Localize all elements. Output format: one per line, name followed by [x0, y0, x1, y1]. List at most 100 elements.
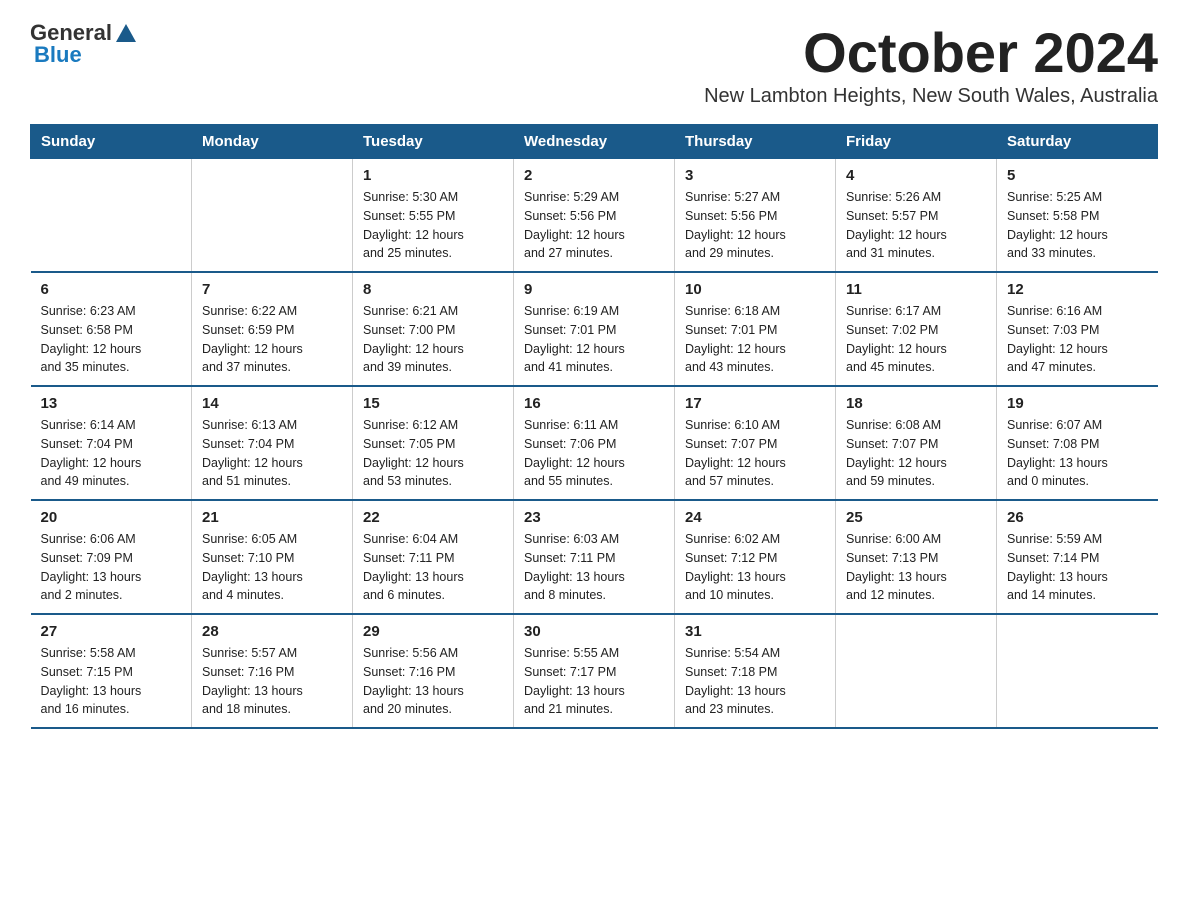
calendar-cell: 8 Sunrise: 6:21 AM Sunset: 7:00 PM Daylig…	[353, 272, 514, 386]
calendar-cell: 3 Sunrise: 5:27 AM Sunset: 5:56 PM Daylig…	[675, 159, 836, 273]
day-number: 19	[1007, 395, 1148, 412]
calendar-cell: 1 Sunrise: 5:30 AM Sunset: 5:55 PM Daylig…	[353, 159, 514, 273]
day-number: 3	[685, 167, 825, 184]
day-number: 16	[524, 395, 664, 412]
day-info: Sunrise: 5:58 AM Sunset: 7:15 PM Dayligh…	[41, 644, 182, 719]
day-info: Sunrise: 5:30 AM Sunset: 5:55 PM Dayligh…	[363, 188, 503, 263]
day-number: 15	[363, 395, 503, 412]
calendar-week-row: 27 Sunrise: 5:58 AM Sunset: 7:15 PM Dayli…	[31, 614, 1158, 728]
calendar-cell: 19 Sunrise: 6:07 AM Sunset: 7:08 PM Dayli…	[997, 386, 1158, 500]
calendar-table: SundayMondayTuesdayWednesdayThursdayFrid…	[30, 124, 1158, 729]
calendar-cell: 26 Sunrise: 5:59 AM Sunset: 7:14 PM Dayli…	[997, 500, 1158, 614]
calendar-cell: 6 Sunrise: 6:23 AM Sunset: 6:58 PM Daylig…	[31, 272, 192, 386]
calendar-header-row: SundayMondayTuesdayWednesdayThursdayFrid…	[31, 125, 1158, 159]
day-info: Sunrise: 5:26 AM Sunset: 5:57 PM Dayligh…	[846, 188, 986, 263]
page-header: General Blue October 2024 New Lambton He…	[30, 20, 1158, 118]
day-number: 13	[41, 395, 182, 412]
day-number: 29	[363, 623, 503, 640]
day-of-week-header: Sunday	[31, 125, 192, 159]
location-title: New Lambton Heights, New South Wales, Au…	[704, 85, 1158, 108]
day-info: Sunrise: 6:23 AM Sunset: 6:58 PM Dayligh…	[41, 302, 182, 377]
calendar-cell: 24 Sunrise: 6:02 AM Sunset: 7:12 PM Dayli…	[675, 500, 836, 614]
day-info: Sunrise: 6:04 AM Sunset: 7:11 PM Dayligh…	[363, 530, 503, 605]
calendar-cell: 25 Sunrise: 6:00 AM Sunset: 7:13 PM Dayli…	[836, 500, 997, 614]
calendar-cell	[997, 614, 1158, 728]
day-number: 2	[524, 167, 664, 184]
day-info: Sunrise: 5:54 AM Sunset: 7:18 PM Dayligh…	[685, 644, 825, 719]
day-number: 7	[202, 281, 342, 298]
day-info: Sunrise: 6:14 AM Sunset: 7:04 PM Dayligh…	[41, 416, 182, 491]
day-number: 17	[685, 395, 825, 412]
day-number: 22	[363, 509, 503, 526]
day-info: Sunrise: 6:07 AM Sunset: 7:08 PM Dayligh…	[1007, 416, 1148, 491]
calendar-cell: 18Sunrise: 6:08 AM Sunset: 7:07 PM Dayli…	[836, 386, 997, 500]
day-info: Sunrise: 6:00 AM Sunset: 7:13 PM Dayligh…	[846, 530, 986, 605]
day-info: Sunrise: 5:55 AM Sunset: 7:17 PM Dayligh…	[524, 644, 664, 719]
day-number: 21	[202, 509, 342, 526]
day-info: Sunrise: 6:19 AM Sunset: 7:01 PM Dayligh…	[524, 302, 664, 377]
day-info: Sunrise: 5:59 AM Sunset: 7:14 PM Dayligh…	[1007, 530, 1148, 605]
day-info: Sunrise: 5:29 AM Sunset: 5:56 PM Dayligh…	[524, 188, 664, 263]
day-number: 31	[685, 623, 825, 640]
day-info: Sunrise: 6:11 AM Sunset: 7:06 PM Dayligh…	[524, 416, 664, 491]
day-of-week-header: Monday	[192, 125, 353, 159]
right-header: October 2024 New Lambton Heights, New So…	[704, 20, 1158, 118]
day-number: 30	[524, 623, 664, 640]
calendar-cell: 2 Sunrise: 5:29 AM Sunset: 5:56 PM Daylig…	[514, 159, 675, 273]
day-info: Sunrise: 6:13 AM Sunset: 7:04 PM Dayligh…	[202, 416, 342, 491]
calendar-cell: 31 Sunrise: 5:54 AM Sunset: 7:18 PM Dayli…	[675, 614, 836, 728]
day-info: Sunrise: 6:21 AM Sunset: 7:00 PM Dayligh…	[363, 302, 503, 377]
day-number: 24	[685, 509, 825, 526]
day-number: 9	[524, 281, 664, 298]
day-number: 5	[1007, 167, 1148, 184]
calendar-cell: 9 Sunrise: 6:19 AM Sunset: 7:01 PM Daylig…	[514, 272, 675, 386]
calendar-cell: 15Sunrise: 6:12 AM Sunset: 7:05 PM Dayli…	[353, 386, 514, 500]
logo: General Blue	[30, 20, 138, 68]
calendar-cell: 20 Sunrise: 6:06 AM Sunset: 7:09 PM Dayli…	[31, 500, 192, 614]
day-info: Sunrise: 6:22 AM Sunset: 6:59 PM Dayligh…	[202, 302, 342, 377]
calendar-week-row: 13 Sunrise: 6:14 AM Sunset: 7:04 PM Dayli…	[31, 386, 1158, 500]
calendar-cell	[836, 614, 997, 728]
day-number: 20	[41, 509, 182, 526]
day-info: Sunrise: 6:05 AM Sunset: 7:10 PM Dayligh…	[202, 530, 342, 605]
month-title: October 2024	[704, 20, 1158, 85]
day-number: 6	[41, 281, 182, 298]
calendar-cell: 14Sunrise: 6:13 AM Sunset: 7:04 PM Dayli…	[192, 386, 353, 500]
day-number: 1	[363, 167, 503, 184]
logo-blue: Blue	[34, 42, 82, 67]
calendar-cell	[31, 159, 192, 273]
calendar-cell: 22 Sunrise: 6:04 AM Sunset: 7:11 PM Dayli…	[353, 500, 514, 614]
day-number: 10	[685, 281, 825, 298]
calendar-cell: 4 Sunrise: 5:26 AM Sunset: 5:57 PM Daylig…	[836, 159, 997, 273]
day-info: Sunrise: 6:17 AM Sunset: 7:02 PM Dayligh…	[846, 302, 986, 377]
calendar-cell: 30 Sunrise: 5:55 AM Sunset: 7:17 PM Dayli…	[514, 614, 675, 728]
day-number: 27	[41, 623, 182, 640]
calendar-cell: 23Sunrise: 6:03 AM Sunset: 7:11 PM Dayli…	[514, 500, 675, 614]
calendar-cell	[192, 159, 353, 273]
calendar-week-row: 6 Sunrise: 6:23 AM Sunset: 6:58 PM Daylig…	[31, 272, 1158, 386]
day-info: Sunrise: 5:25 AM Sunset: 5:58 PM Dayligh…	[1007, 188, 1148, 263]
calendar-week-row: 20 Sunrise: 6:06 AM Sunset: 7:09 PM Dayli…	[31, 500, 1158, 614]
day-info: Sunrise: 6:06 AM Sunset: 7:09 PM Dayligh…	[41, 530, 182, 605]
calendar-cell: 13 Sunrise: 6:14 AM Sunset: 7:04 PM Dayli…	[31, 386, 192, 500]
day-number: 8	[363, 281, 503, 298]
day-number: 12	[1007, 281, 1148, 298]
day-number: 4	[846, 167, 986, 184]
calendar-cell: 5 Sunrise: 5:25 AM Sunset: 5:58 PM Daylig…	[997, 159, 1158, 273]
day-number: 26	[1007, 509, 1148, 526]
calendar-cell: 11Sunrise: 6:17 AM Sunset: 7:02 PM Dayli…	[836, 272, 997, 386]
day-info: Sunrise: 6:02 AM Sunset: 7:12 PM Dayligh…	[685, 530, 825, 605]
day-of-week-header: Thursday	[675, 125, 836, 159]
day-number: 25	[846, 509, 986, 526]
calendar-cell: 12Sunrise: 6:16 AM Sunset: 7:03 PM Dayli…	[997, 272, 1158, 386]
calendar-cell: 17 Sunrise: 6:10 AM Sunset: 7:07 PM Dayli…	[675, 386, 836, 500]
day-of-week-header: Tuesday	[353, 125, 514, 159]
calendar-cell: 21 Sunrise: 6:05 AM Sunset: 7:10 PM Dayli…	[192, 500, 353, 614]
day-info: Sunrise: 5:27 AM Sunset: 5:56 PM Dayligh…	[685, 188, 825, 263]
day-info: Sunrise: 6:10 AM Sunset: 7:07 PM Dayligh…	[685, 416, 825, 491]
day-info: Sunrise: 6:03 AM Sunset: 7:11 PM Dayligh…	[524, 530, 664, 605]
day-number: 18	[846, 395, 986, 412]
calendar-cell: 16 Sunrise: 6:11 AM Sunset: 7:06 PM Dayli…	[514, 386, 675, 500]
logo-triangle-icon	[116, 24, 136, 42]
day-of-week-header: Saturday	[997, 125, 1158, 159]
